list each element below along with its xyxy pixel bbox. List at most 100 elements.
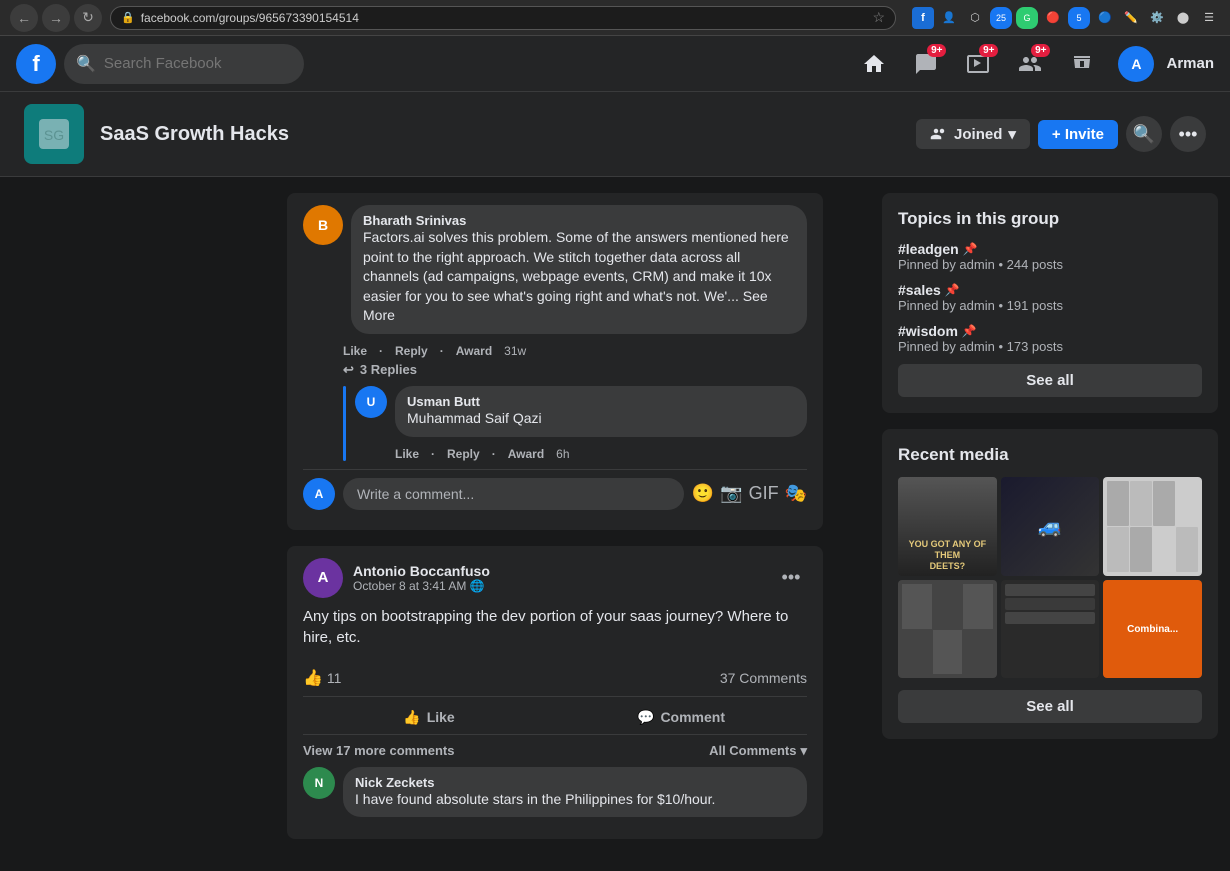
media-see-all-button[interactable]: See all [898, 690, 1202, 723]
fb-logo[interactable]: f [16, 44, 56, 84]
replies-count: 3 Replies [360, 362, 417, 377]
thread-bar [343, 386, 346, 461]
user-name: Arman [1166, 55, 1214, 72]
back-button[interactable]: ← [10, 4, 38, 32]
like-button[interactable]: 👍 Like [303, 701, 555, 734]
home-button[interactable] [850, 40, 898, 88]
all-comments-btn[interactable]: All Comments ▾ [709, 743, 807, 759]
topic-meta-sales: Pinned by admin • 191 posts [898, 298, 1202, 313]
watch-button[interactable]: 9+ [954, 40, 1002, 88]
view-more-comments[interactable]: View 17 more comments All Comments ▾ [303, 735, 807, 767]
gif-icon[interactable]: GIF [749, 483, 779, 504]
star-icon[interactable]: ☆ [872, 9, 885, 26]
ext-2: 👤 [938, 7, 960, 29]
pin-icon-3: 📌 [962, 324, 977, 338]
groups-button[interactable]: 9+ [1006, 40, 1054, 88]
search-icon: 🔍 [76, 54, 96, 74]
privacy-icon: 🌐 [470, 579, 485, 593]
post-menu-button[interactable]: ••• [775, 562, 807, 594]
post-author-name: Antonio Boccanfuso [353, 563, 765, 579]
joined-button[interactable]: Joined ▾ [916, 119, 1030, 149]
nested-thread: U Usman Butt Muhammad Saif Qazi Like · R… [343, 386, 807, 461]
award-action[interactable]: Award [456, 344, 492, 358]
url-text: facebook.com/groups/965673390154514 [141, 11, 359, 25]
messenger-badge: 9+ [927, 44, 946, 57]
marketplace-button[interactable] [1058, 40, 1106, 88]
nested-like[interactable]: Like [395, 447, 419, 461]
post-text: Any tips on bootstrapping the dev portio… [303, 606, 807, 648]
like-action[interactable]: Like [343, 344, 367, 358]
nick-avatar: N [303, 767, 335, 799]
topic-item-wisdom: #wisdom 📌 Pinned by admin • 173 posts [898, 323, 1202, 354]
post-author-avatar: A [303, 558, 343, 598]
recent-media-title: Recent media [898, 445, 1202, 465]
url-bar[interactable]: 🔒 facebook.com/groups/965673390154514 ☆ [110, 6, 896, 30]
topics-card: Topics in this group #leadgen 📌 Pinned b… [882, 193, 1218, 413]
comment-icon: 💬 [637, 709, 654, 726]
invite-button[interactable]: + Invite [1038, 120, 1118, 149]
group-name: SaaS Growth Hacks [100, 123, 289, 146]
reply-action[interactable]: Reply [395, 344, 428, 358]
ext-badge-1: 25 [990, 7, 1012, 29]
comment-emoji-buttons: 🙂 📷 GIF 🎭 [692, 483, 807, 504]
topic-leadgen-label[interactable]: #leadgen [898, 241, 959, 257]
media-thumb-1[interactable]: YOU GOT ANY OF THEMDEETS? [898, 477, 997, 576]
nested-comment-row: U Usman Butt Muhammad Saif Qazi [355, 386, 807, 437]
user-profile[interactable]: A Arman [1118, 46, 1214, 82]
ext-4: 🔴 [1042, 7, 1064, 29]
ext-6: ✏️ [1120, 7, 1142, 29]
refresh-button[interactable]: ↻ [74, 4, 102, 32]
nested-award[interactable]: Award [508, 447, 544, 461]
nested-time: 6h [556, 447, 569, 461]
watch-badge: 9+ [979, 44, 998, 57]
nav-icons: 9+ 9+ 9+ A Arman [850, 40, 1214, 88]
ext-badge-3: 5 [1068, 7, 1090, 29]
browser-extensions: f 👤 ⬡ 25 G 🔴 5 🔵 ✏️ ⚙️ ⬤ ☰ [912, 7, 1220, 29]
emoji-icon[interactable]: 🙂 [692, 483, 714, 504]
browser-chrome: ← → ↻ 🔒 facebook.com/groups/965673390154… [0, 0, 1230, 36]
topics-see-all-button[interactable]: See all [898, 364, 1202, 397]
photo-icon[interactable]: 📷 [720, 483, 742, 504]
media-thumb-2[interactable]: 🚙 [1001, 477, 1100, 576]
nested-comment-container: U Usman Butt Muhammad Saif Qazi Like · R… [343, 386, 807, 461]
comment-input[interactable]: Write a comment... [343, 478, 684, 510]
groups-badge: 9+ [1031, 44, 1050, 57]
topic-meta-leadgen: Pinned by admin • 244 posts [898, 257, 1202, 272]
topic-sales-label[interactable]: #sales [898, 282, 941, 298]
post-action-buttons: 👍 Like 💬 Comment [303, 701, 807, 735]
comment-bubble-bharath: Bharath Srinivas Factors.ai solves this … [351, 205, 807, 334]
topic-meta-wisdom: Pinned by admin • 173 posts [898, 339, 1202, 354]
media-thumb-6[interactable]: Combina... [1103, 580, 1202, 679]
current-user-avatar: A [303, 478, 335, 510]
svg-text:SG: SG [44, 127, 64, 143]
ext-9: ☰ [1198, 7, 1220, 29]
nested-reply[interactable]: Reply [447, 447, 480, 461]
topics-title: Topics in this group [898, 209, 1202, 229]
comments-count[interactable]: 37 Comments [720, 670, 807, 686]
ext-3: ⬡ [964, 7, 986, 29]
comment-text-content: Factors.ai solves this problem. Some of … [363, 229, 789, 304]
post-stats: 👍 11 37 Comments [303, 660, 807, 697]
search-group-button[interactable]: 🔍 [1126, 116, 1162, 152]
ext-badge-2: G [1016, 7, 1038, 29]
media-thumb-5[interactable] [1001, 580, 1100, 679]
nested-text: Muhammad Saif Qazi [407, 409, 795, 429]
forward-button[interactable]: → [42, 4, 70, 32]
messenger-button[interactable]: 9+ [902, 40, 950, 88]
replies-link[interactable]: ↩ 3 Replies [343, 362, 807, 378]
media-thumb-3[interactable] [1103, 477, 1202, 576]
pin-icon-1: 📌 [963, 242, 978, 256]
avatar: A [1118, 46, 1154, 82]
post-time: October 8 at 3:41 AM [353, 579, 466, 593]
search-bar[interactable]: 🔍 [64, 44, 304, 84]
recent-media-card: Recent media YOU GOT ANY OF THEMDEETS? 🚙 [882, 429, 1218, 739]
topic-wisdom-label[interactable]: #wisdom [898, 323, 958, 339]
comment-button[interactable]: 💬 Comment [555, 701, 807, 734]
media-thumb-4[interactable] [898, 580, 997, 679]
thumbs-up-icon: 👍 [303, 668, 323, 688]
search-input[interactable] [104, 55, 254, 72]
sticker-icon[interactable]: 🎭 [785, 483, 807, 504]
more-options-button[interactable]: ••• [1170, 116, 1206, 152]
post-card-antonio: A Antonio Boccanfuso October 8 at 3:41 A… [287, 546, 823, 840]
comment-text: Factors.ai solves this problem. Some of … [363, 228, 795, 326]
